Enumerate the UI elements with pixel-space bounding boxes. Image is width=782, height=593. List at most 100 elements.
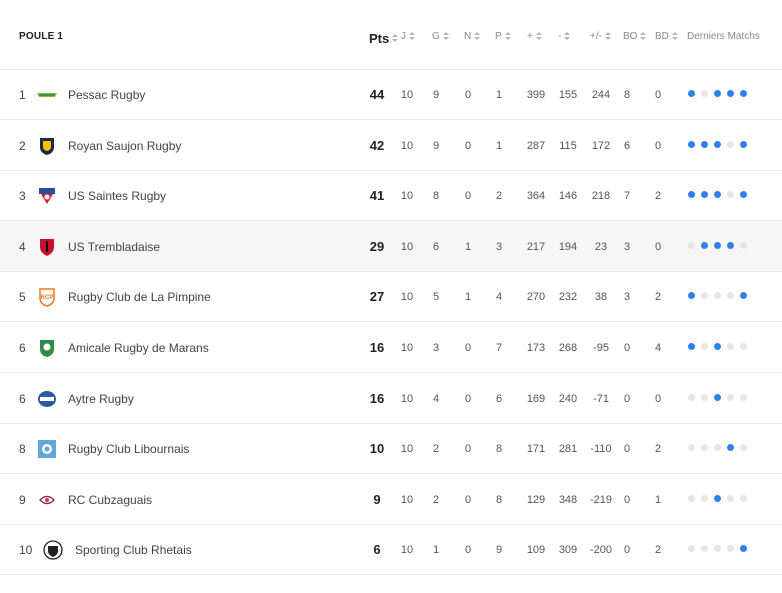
col-n-header[interactable]: N <box>464 31 481 42</box>
drawn-cell: 0 <box>464 544 472 557</box>
drawn-cell: 0 <box>464 493 472 506</box>
col-pts-header[interactable]: Pts <box>369 31 399 46</box>
table-row[interactable]: 1 Pessac Rugby 44 10 9 0 1 399 155 244 8 0 <box>0 70 782 120</box>
points-for-cell: 364 <box>526 190 546 203</box>
col-g-header[interactable]: G <box>432 31 449 42</box>
played-cell: 10 <box>400 342 414 354</box>
won-cell: 2 <box>432 493 440 506</box>
col-bd-header[interactable]: BD <box>655 31 678 42</box>
offensive-bonus-cell: 0 <box>623 493 631 506</box>
table-row[interactable]: 3 US Saintes Rugby 41 10 8 0 2 364 146 218 7 2 <box>0 171 782 222</box>
win-dot <box>688 292 695 300</box>
win-dot <box>740 292 747 300</box>
rhetais-logo-icon <box>42 540 64 561</box>
non-win-dot <box>740 494 747 502</box>
col-j-header[interactable]: J <box>401 31 415 42</box>
table-row[interactable]: 6 Aytre Rugby 16 10 4 0 6 169 240 -71 0 0 <box>0 374 782 424</box>
table-row[interactable]: 2 Royan Saujon Rugby 42 10 9 0 1 287 115 172 6 0 <box>0 121 782 171</box>
col-diff-header[interactable]: +/- <box>590 31 611 42</box>
non-win-dot <box>714 545 721 553</box>
cubzaguais-logo-icon <box>36 490 58 510</box>
win-dot <box>727 90 734 97</box>
won-cell: 2 <box>432 443 440 456</box>
last-matches-form <box>688 393 753 404</box>
rank-cell: 3 <box>19 189 26 204</box>
lost-cell: 1 <box>495 139 503 152</box>
rank-cell: 1 <box>19 88 26 102</box>
points-cell: 9 <box>373 491 381 507</box>
table-row[interactable]: 8 Rugby Club Libournais 10 10 2 0 8 171 281 -110 0… <box>0 424 782 475</box>
rank-cell: 8 <box>19 442 26 457</box>
lost-cell: 6 <box>495 392 503 405</box>
non-win-dot <box>740 444 747 452</box>
non-win-dot <box>688 545 695 553</box>
points-cell: 10 <box>369 441 385 457</box>
table-row[interactable]: 4 US Trembladaise 29 10 6 1 3 217 194 23 3 0 <box>0 221 782 272</box>
played-cell: 10 <box>400 392 414 405</box>
non-win-dot <box>727 494 734 502</box>
won-cell: 1 <box>432 544 440 557</box>
played-cell: 10 <box>400 493 414 506</box>
non-win-dot <box>727 191 734 199</box>
win-dot <box>740 90 747 97</box>
non-win-dot <box>688 393 695 401</box>
played-cell: 10 <box>400 89 414 101</box>
aytre-logo-icon <box>36 389 58 409</box>
drawn-cell: 0 <box>464 392 472 405</box>
non-win-dot <box>688 444 695 452</box>
sort-icon <box>564 32 571 41</box>
team-name-link[interactable]: Amicale Rugby de Marans <box>68 323 209 373</box>
team-name-link[interactable]: US Trembladaise <box>68 222 160 272</box>
points-cell: 41 <box>369 188 385 204</box>
points-for-cell: 171 <box>526 443 546 456</box>
offensive-bonus-cell: 8 <box>623 89 631 101</box>
trembladaise-logo-icon <box>36 237 58 257</box>
table-row[interactable]: 9 RC Cubzaguais 9 10 2 0 8 129 348 -219 0 1 <box>0 475 782 525</box>
win-dot <box>714 241 721 249</box>
col-minus-header[interactable]: - <box>558 31 571 42</box>
table-row[interactable]: 6 Amicale Rugby de Marans 16 10 3 0 7 173 268 -95… <box>0 323 782 373</box>
won-cell: 9 <box>432 139 440 152</box>
points-cell: 42 <box>369 137 385 153</box>
table-row[interactable]: 10 Sporting Club Rhetais 6 10 1 0 9 109 309 -200 0… <box>0 525 782 576</box>
points-against-cell: 309 <box>558 544 578 557</box>
played-cell: 10 <box>400 443 414 456</box>
team-name-link[interactable]: Royan Saujon Rugby <box>68 121 181 171</box>
team-name-link[interactable]: US Saintes Rugby <box>68 171 166 221</box>
lost-cell: 8 <box>495 443 503 456</box>
non-win-dot <box>727 140 734 148</box>
points-for-cell: 173 <box>526 342 546 354</box>
rank-cell: 10 <box>19 543 33 558</box>
win-dot <box>688 90 695 97</box>
last-matches-form <box>688 191 753 201</box>
points-cell: 27 <box>369 289 385 305</box>
defensive-bonus-cell: 0 <box>654 89 662 101</box>
offensive-bonus-cell: 3 <box>623 240 631 253</box>
offensive-bonus-cell: 3 <box>623 291 631 304</box>
last-matches-form <box>688 545 753 555</box>
lost-cell: 8 <box>495 493 503 506</box>
non-win-dot <box>727 292 734 300</box>
win-dot <box>688 343 695 350</box>
defensive-bonus-cell: 4 <box>654 342 662 354</box>
team-name-link[interactable]: Aytre Rugby <box>68 374 134 424</box>
last-matches-form <box>688 241 753 252</box>
points-for-cell: 217 <box>526 240 546 253</box>
team-name-link[interactable]: Rugby Club Libournais <box>68 424 189 474</box>
non-win-dot <box>688 241 695 249</box>
team-name-link[interactable]: Rugby Club de La Pimpine <box>68 272 211 322</box>
col-plus-header[interactable]: + <box>527 31 542 42</box>
offensive-bonus-cell: 6 <box>623 139 631 152</box>
rank-cell: 5 <box>19 290 26 305</box>
team-name-link[interactable]: Sporting Club Rhetais <box>75 525 192 575</box>
points-diff-cell: 172 <box>591 139 611 152</box>
team-name-link[interactable]: RC Cubzaguais <box>68 475 152 525</box>
col-p-header[interactable]: P <box>495 31 511 42</box>
defensive-bonus-cell: 0 <box>654 139 662 152</box>
non-win-dot <box>701 444 708 452</box>
table-row[interactable]: 5 RCP Rugby Club de La Pimpine 27 10 5 1 4 270 23… <box>0 272 782 323</box>
points-against-cell: 240 <box>558 392 578 405</box>
win-dot <box>714 191 721 199</box>
team-name-link[interactable]: Pessac Rugby <box>68 70 145 120</box>
col-bo-header[interactable]: BO <box>623 31 647 42</box>
